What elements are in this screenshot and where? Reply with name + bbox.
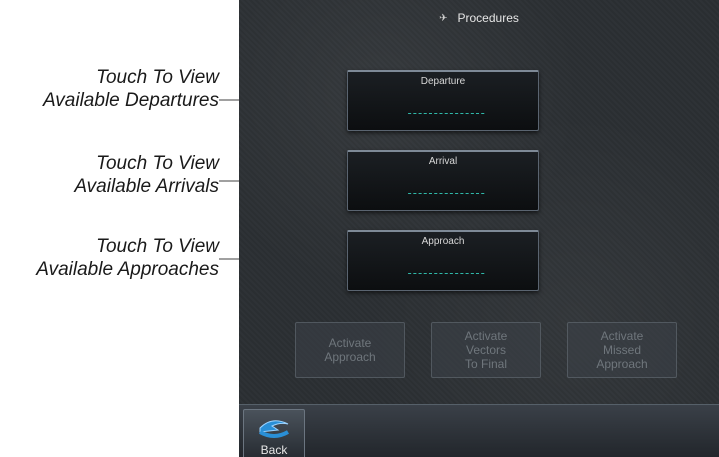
callout-line2: Available Arrivals [74, 176, 219, 197]
activate-approach-line1: Activate [328, 336, 372, 350]
departure-value: --------------- [406, 106, 486, 120]
arrival-value: --------------- [406, 186, 486, 200]
callout-line2: Available Departures [42, 90, 219, 111]
departure-label: Departure [420, 76, 466, 87]
device-screen: ✈ Procedures Departure --------------- A… [239, 0, 719, 457]
page-title: Procedures [457, 11, 519, 25]
callout-approaches: Touch To View Available Approaches [0, 235, 219, 281]
callout-line1: Touch To View [96, 153, 219, 174]
callout-line1: Touch To View [96, 67, 219, 88]
activate-vectors-to-final-button[interactable]: Activate Vectors To Final [431, 322, 541, 378]
departure-button[interactable]: Departure --------------- [347, 70, 539, 131]
callout-line2: Available Approaches [36, 259, 219, 280]
back-label: Back [260, 443, 288, 457]
activate-missed-line3: Approach [596, 357, 648, 371]
approach-label: Approach [421, 236, 465, 247]
activate-vectors-line3: To Final [464, 357, 508, 371]
activate-vectors-line1: Activate [464, 329, 508, 343]
activate-missed-approach-button[interactable]: Activate Missed Approach [567, 322, 677, 378]
arrival-button[interactable]: Arrival --------------- [347, 150, 539, 211]
callout-line1: Touch To View [96, 236, 219, 257]
bottom-bar: Back [239, 404, 719, 457]
activate-missed-line1: Activate [600, 329, 644, 343]
procedures-icon: ✈ [439, 12, 448, 24]
back-arrow-icon [259, 420, 289, 438]
approach-value: --------------- [406, 266, 486, 280]
arrival-label: Arrival [428, 156, 458, 167]
approach-button[interactable]: Approach --------------- [347, 230, 539, 291]
back-button[interactable]: Back [243, 409, 305, 457]
activate-approach-line2: Approach [324, 350, 376, 364]
title-bar: ✈ Procedures [239, 0, 719, 36]
activate-vectors-line2: Vectors [465, 343, 507, 357]
activate-missed-line2: Missed [602, 343, 641, 357]
callout-departures: Touch To View Available Departures [0, 66, 219, 112]
activate-approach-button[interactable]: Activate Approach [295, 322, 405, 378]
callout-arrivals: Touch To View Available Arrivals [0, 152, 219, 198]
